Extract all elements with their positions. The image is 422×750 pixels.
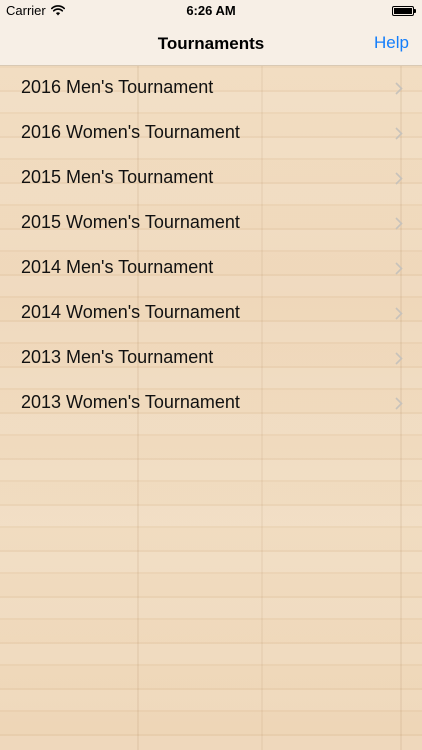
chevron-right-icon [395,352,403,365]
chevron-right-icon [395,172,403,185]
tournament-row[interactable]: 2015 Women's Tournament [0,201,422,246]
tournament-label: 2013 Women's Tournament [21,392,240,412]
tournament-row[interactable]: 2016 Men's Tournament [0,66,422,111]
tournament-label: 2015 Men's Tournament [21,167,214,187]
battery-icon [392,6,416,16]
chevron-right-icon [395,82,403,95]
battery-level [394,8,412,14]
tournament-row[interactable]: 2015 Men's Tournament [0,156,422,201]
tournament-list: 2016 Men's Tournament 2016 Women's Tourn… [0,66,422,426]
chevron-right-icon [395,307,403,320]
tournament-row[interactable]: 2016 Women's Tournament [0,111,422,156]
navigation-bar: Tournaments Help [0,22,422,66]
status-time: 6:26 AM [186,3,236,18]
tournament-row[interactable]: 2013 Men's Tournament [0,336,422,381]
tournament-label: 2014 Women's Tournament [21,302,240,322]
status-bar: Carrier 6:26 AM [0,0,422,22]
page-title: Tournaments [157,34,265,53]
tournament-label: 2016 Men's Tournament [21,77,214,97]
tournament-label: 2015 Women's Tournament [21,212,240,232]
chevron-right-icon [395,262,403,275]
tournament-row[interactable]: 2014 Women's Tournament [0,291,422,336]
tournament-label: 2014 Men's Tournament [21,257,214,277]
tournament-row[interactable]: 2014 Men's Tournament [0,246,422,291]
tournament-label: 2016 Women's Tournament [21,122,240,142]
chevron-right-icon [395,397,403,410]
tournament-row[interactable]: 2013 Women's Tournament [0,381,422,426]
help-button[interactable]: Help [374,33,409,53]
chevron-right-icon [395,127,403,140]
tournament-label: 2013 Men's Tournament [21,347,214,367]
chevron-right-icon [395,217,403,230]
